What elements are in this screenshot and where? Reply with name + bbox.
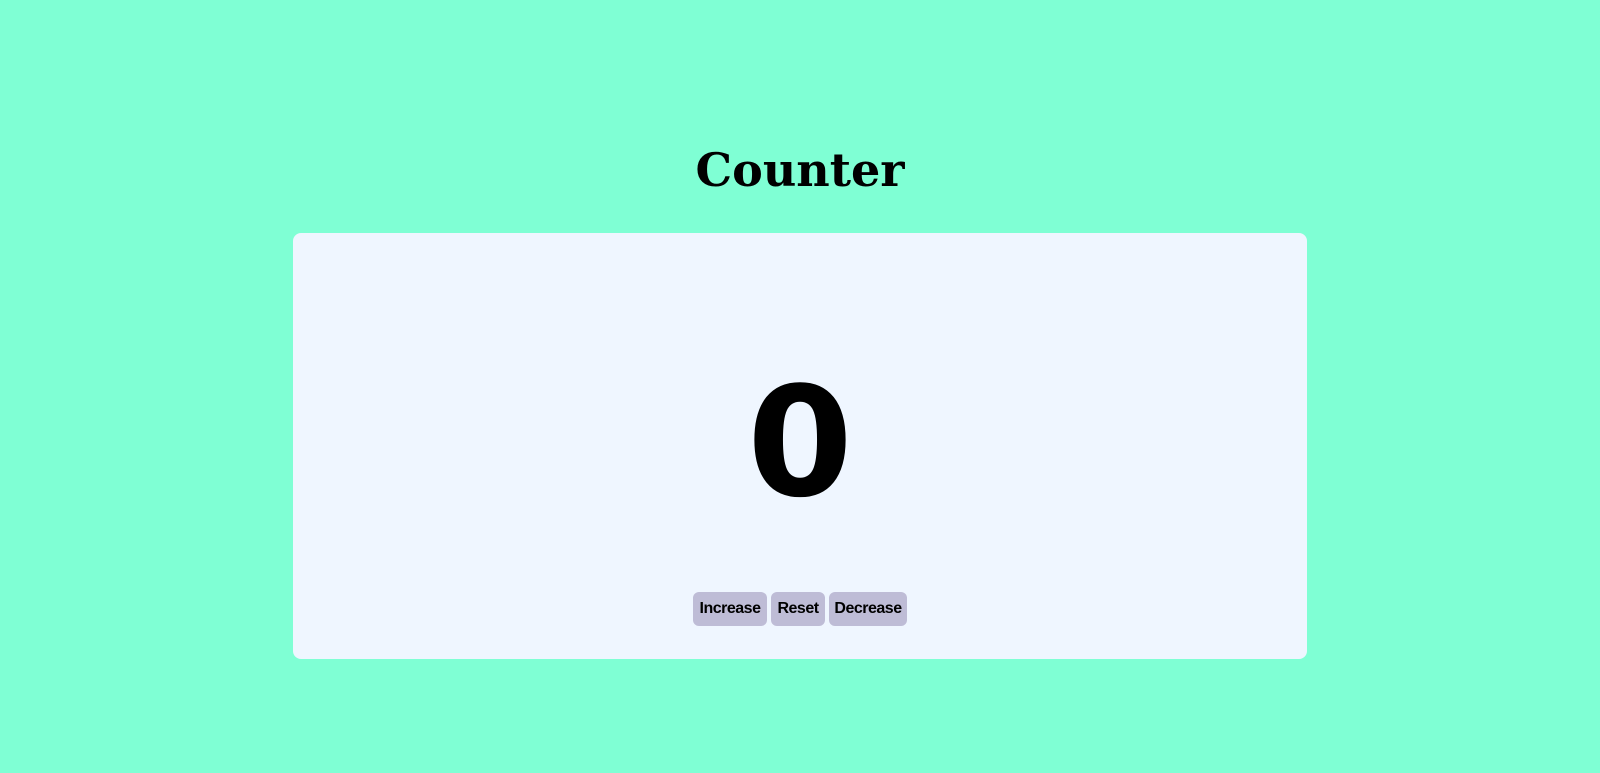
counter-controls: Increase Reset Decrease <box>293 592 1307 626</box>
counter-card: 0 Increase Reset Decrease <box>293 233 1307 659</box>
increase-button[interactable]: Increase <box>693 592 767 626</box>
page-title: Counter <box>695 143 905 197</box>
counter-value: 0 <box>747 354 853 531</box>
decrease-button[interactable]: Decrease <box>829 592 907 626</box>
reset-button[interactable]: Reset <box>771 592 825 626</box>
